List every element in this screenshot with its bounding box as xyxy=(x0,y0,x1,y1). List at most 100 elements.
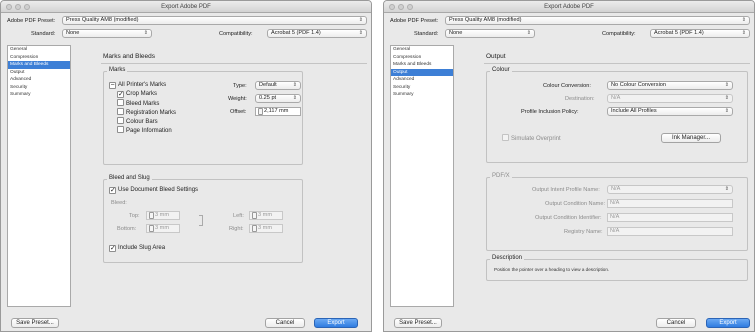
colour-bars-checkbox[interactable]: Colour Bars xyxy=(117,117,158,126)
minimize-window-icon[interactable] xyxy=(15,4,21,10)
output-condition-identifier-field[interactable]: N/A xyxy=(607,213,733,222)
marks-weight-select[interactable]: 0.25 pt ⇕ xyxy=(255,94,301,103)
preset-select[interactable]: Press Quality AM8 (modified) ⇕ xyxy=(445,16,750,25)
chevron-updown-icon: ⇕ xyxy=(292,95,297,101)
sidebar-item-security[interactable]: Security xyxy=(391,84,453,92)
checkbox-empty-icon xyxy=(117,117,124,124)
minimize-window-icon[interactable] xyxy=(398,4,404,10)
include-slug-area-checkbox[interactable]: ✓ Include Slug Area xyxy=(109,244,165,252)
standard-select[interactable]: None ⇕ xyxy=(445,29,535,38)
registry-name-label: Registry Name: xyxy=(564,229,603,235)
chevron-updown-icon: ⇕ xyxy=(724,108,729,114)
simulate-overprint-checkbox[interactable]: Simulate Overprint xyxy=(502,134,561,143)
sidebar-item-output[interactable]: Output xyxy=(391,68,453,76)
checkmark-icon: ✓ xyxy=(109,187,116,194)
bleed-marks-checkbox[interactable]: Bleed Marks xyxy=(117,99,159,108)
destination-label: Destination: xyxy=(565,96,595,102)
offset-label: Offset: xyxy=(230,109,247,115)
destination-select[interactable]: N/A ⇕ xyxy=(607,94,733,103)
stepper-icon[interactable] xyxy=(149,225,154,232)
preset-select[interactable]: Press Quality AM8 (modified) ⇕ xyxy=(62,16,367,25)
checkmark-icon: ✓ xyxy=(109,245,116,252)
export-pdf-dialog-marks: Export Adobe PDF Adobe PDF Preset: Press… xyxy=(0,0,372,332)
standard-select[interactable]: None ⇕ xyxy=(62,29,152,38)
sidebar-item-compression[interactable]: Compression xyxy=(8,54,70,62)
stepper-icon[interactable] xyxy=(252,212,257,219)
use-document-bleed-checkbox[interactable]: ✓ Use Document Bleed Settings xyxy=(109,186,198,194)
save-preset-button[interactable]: Save Preset... xyxy=(11,318,59,328)
marks-type-select[interactable]: Default ⇕ xyxy=(255,81,301,90)
bleed-bottom-label: Bottom: xyxy=(117,226,137,232)
panel-title: Marks and Bleeds xyxy=(103,53,156,60)
zoom-window-icon[interactable] xyxy=(407,4,413,10)
sidebar-item-output[interactable]: Output xyxy=(8,69,70,77)
all-printers-marks-checkbox[interactable]: − All Printer's Marks xyxy=(109,81,166,89)
chevron-updown-icon: ⇕ xyxy=(358,17,363,23)
offset-field[interactable]: 2,117 mm xyxy=(255,107,301,116)
close-window-icon[interactable] xyxy=(6,4,12,10)
close-window-icon[interactable] xyxy=(389,4,395,10)
colour-conversion-select[interactable]: No Colour Conversion ⇕ xyxy=(607,81,733,90)
output-condition-name-field[interactable]: N/A xyxy=(607,199,733,208)
sidebar-item-compression[interactable]: Compression xyxy=(391,54,453,62)
sidebar-item-general[interactable]: General xyxy=(391,46,453,54)
bleed-top-field[interactable]: 3 mm xyxy=(146,211,180,220)
bleed-left-field[interactable]: 3 mm xyxy=(249,211,283,220)
save-preset-button[interactable]: Save Preset... xyxy=(394,318,442,328)
compatibility-label: Compatibility: xyxy=(219,31,253,37)
stepper-icon[interactable] xyxy=(258,108,263,115)
compatibility-select[interactable]: Acrobat 5 (PDF 1.4) ⇕ xyxy=(650,29,750,38)
registration-marks-checkbox[interactable]: Registration Marks xyxy=(117,108,176,117)
sidebar-item-summary[interactable]: Summary xyxy=(391,91,453,99)
output-intent-select[interactable]: N/A ⇕ xyxy=(607,185,733,194)
crop-marks-checkbox[interactable]: ✓ Crop Marks xyxy=(117,90,157,98)
colour-group-title: Colour xyxy=(490,67,512,73)
output-condition-name-label: Output Condition Name: xyxy=(545,201,606,207)
chevron-updown-icon: ⇕ xyxy=(741,17,746,23)
checkbox-empty-icon xyxy=(117,99,124,106)
export-button[interactable]: Export xyxy=(706,318,750,328)
window-controls xyxy=(6,4,30,10)
stepper-icon[interactable] xyxy=(149,212,154,219)
stepper-icon[interactable] xyxy=(252,225,257,232)
ink-manager-button[interactable]: Ink Manager... xyxy=(661,133,721,143)
zoom-window-icon[interactable] xyxy=(24,4,30,10)
panel-title-divider xyxy=(101,63,367,64)
category-sidebar: General Compression Marks and Bleeds Out… xyxy=(7,45,71,307)
dialog-titlebar: Export Adobe PDF xyxy=(384,1,754,13)
preset-label: Adobe PDF Preset: xyxy=(7,18,56,24)
checkbox-empty-icon xyxy=(117,126,124,133)
compatibility-select[interactable]: Acrobat 5 (PDF 1.4) ⇕ xyxy=(267,29,367,38)
registry-name-field[interactable]: N/A xyxy=(607,227,733,236)
chevron-updown-icon: ⇕ xyxy=(724,186,729,192)
bleed-right-field[interactable]: 3 mm xyxy=(249,224,283,233)
cancel-button[interactable]: Cancel xyxy=(265,318,305,328)
chevron-updown-icon: ⇕ xyxy=(292,82,297,88)
type-label: Type: xyxy=(233,83,247,89)
export-button[interactable]: Export xyxy=(314,318,358,328)
sidebar-item-advanced[interactable]: Advanced xyxy=(391,76,453,84)
output-intent-label: Output Intent Profile Name: xyxy=(532,187,600,193)
preset-label: Adobe PDF Preset: xyxy=(390,18,439,24)
bleed-slug-group-title: Bleed and Slug xyxy=(107,175,152,181)
sidebar-item-marks-and-bleeds[interactable]: Marks and Bleeds xyxy=(8,61,70,69)
page-information-checkbox[interactable]: Page Information xyxy=(117,126,172,135)
pdfx-group-title: PDF/X xyxy=(490,173,512,179)
chevron-updown-icon: ⇕ xyxy=(358,30,363,36)
category-sidebar: General Compression Marks and Bleeds Out… xyxy=(390,45,454,307)
sidebar-item-security[interactable]: Security xyxy=(8,84,70,92)
sidebar-item-marks-and-bleeds[interactable]: Marks and Bleeds xyxy=(391,61,453,69)
cancel-button[interactable]: Cancel xyxy=(656,318,696,328)
profile-inclusion-select[interactable]: Include All Profiles ⇕ xyxy=(607,107,733,116)
chevron-updown-icon: ⇕ xyxy=(724,95,729,101)
sidebar-item-advanced[interactable]: Advanced xyxy=(8,76,70,84)
sidebar-item-summary[interactable]: Summary xyxy=(8,91,70,99)
bleed-bottom-field[interactable]: 3 mm xyxy=(146,224,180,233)
dialog-titlebar: Export Adobe PDF xyxy=(1,1,371,13)
chevron-updown-icon: ⇕ xyxy=(724,82,729,88)
link-chain-icon[interactable] xyxy=(199,215,203,226)
checkbox-empty-icon xyxy=(117,108,124,115)
sidebar-item-general[interactable]: General xyxy=(8,46,70,54)
bleed-left-label: Left: xyxy=(233,213,244,219)
bleed-label: Bleed: xyxy=(111,200,127,206)
